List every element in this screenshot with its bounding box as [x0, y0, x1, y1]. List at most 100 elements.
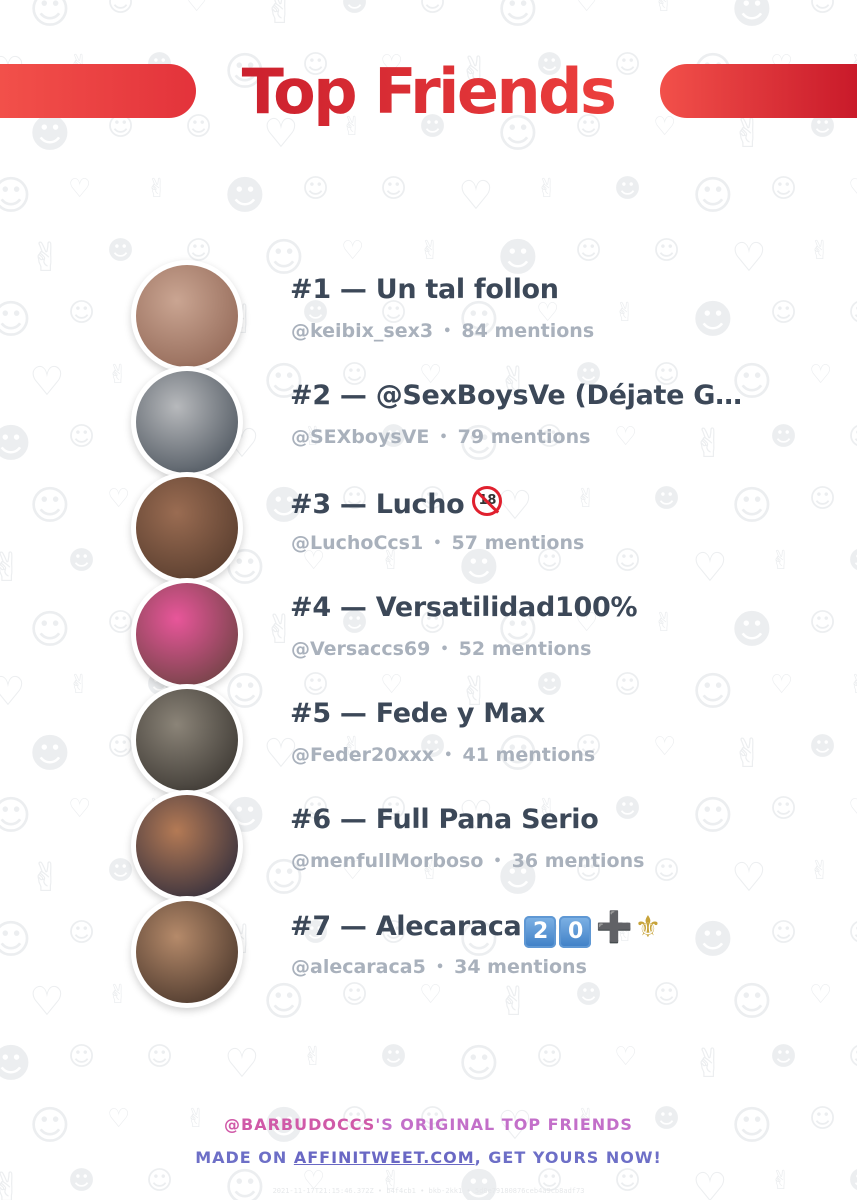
- background-pattern-icon: ☺: [497, 0, 539, 33]
- avatar-photo: [136, 583, 238, 685]
- friend-name: #4 — Versatilidad100%: [290, 592, 638, 623]
- title-banner-right: [660, 64, 857, 118]
- affinitweet-link[interactable]: AFFINITWEET.COM: [294, 1148, 475, 1167]
- background-pattern-icon: ☻: [770, 1042, 798, 1072]
- mention-count: 36 mentions: [511, 850, 645, 872]
- background-pattern-icon: ♡: [185, 0, 209, 18]
- fleur-de-lis-icon: ⚜: [634, 910, 662, 945]
- list-item[interactable]: #3 — Lucho 18 @LuchoCcs1 • 57 mentions: [0, 470, 857, 584]
- plus-icon: ➕: [595, 910, 633, 945]
- avatar-photo: [136, 901, 238, 1003]
- background-pattern-icon: ✌: [302, 1042, 324, 1072]
- background-pattern-icon: ♡: [692, 1165, 728, 1200]
- background-pattern-icon: ♡: [614, 1042, 638, 1072]
- friend-name: #6 — Full Pana Serio: [290, 804, 599, 835]
- background-pattern-icon: ☺: [107, 0, 135, 18]
- background-pattern-icon: ✌: [263, 0, 297, 33]
- background-pattern-icon: ☺: [146, 1042, 174, 1072]
- background-pattern-icon: ✌: [536, 174, 558, 204]
- background-pattern-icon: ☺: [536, 1042, 564, 1072]
- friend-name: #7 — Alecaraca 2 0 ➕⚜: [290, 910, 750, 948]
- background-pattern-icon: ☺: [224, 1165, 266, 1200]
- friend-handle[interactable]: @alecaraca5: [291, 956, 426, 978]
- avatar[interactable]: [131, 790, 243, 902]
- friend-name: #1 — Un tal follon: [290, 274, 559, 305]
- avatar[interactable]: [131, 578, 243, 690]
- mention-count: 34 mentions: [454, 956, 587, 978]
- background-pattern-icon: ☻: [0, 1041, 32, 1087]
- avatar[interactable]: [131, 472, 243, 584]
- background-pattern-icon: ☻: [224, 173, 266, 219]
- list-item[interactable]: #6 — Full Pana Serio @menfullMorboso • 36 …: [0, 788, 857, 902]
- friend-name: #3 — Lucho 18: [290, 486, 750, 520]
- avatar-photo: [136, 689, 238, 791]
- background-pattern-icon: ✌: [731, 111, 765, 157]
- background-pattern-icon: ♡: [68, 174, 92, 204]
- friend-meta: @alecaraca5 • 34 mentions: [291, 956, 587, 978]
- mention-count: 41 mentions: [462, 744, 596, 766]
- background-pattern-icon: ♡: [848, 176, 857, 202]
- friend-meta: @menfullMorboso • 36 mentions: [291, 850, 645, 872]
- friend-name: #5 — Fede y Max: [290, 698, 545, 729]
- friend-meta: @Versaccs69 • 52 mentions: [291, 638, 592, 660]
- list-item[interactable]: #7 — Alecaraca 2 0 ➕⚜ @alecaraca5 • 34 mentio…: [0, 894, 857, 1008]
- keycap-zero-icon: 0: [559, 916, 592, 948]
- background-pattern-icon: ☺: [458, 1041, 500, 1087]
- background-pattern-icon: ☺: [848, 1044, 857, 1070]
- footer-handle[interactable]: @BARBUDOCCS: [224, 1115, 375, 1134]
- avatar-photo: [136, 371, 238, 473]
- background-pattern-icon: ☻: [731, 0, 773, 33]
- background-pattern-icon: ☺: [692, 173, 734, 219]
- background-pattern-icon: ☻: [380, 1042, 408, 1072]
- background-pattern-icon: ☺: [770, 174, 798, 204]
- fine-print: 2021-11-17T21:15:46.372Z • b4f4cb1 • bkb…: [272, 1187, 585, 1195]
- friend-meta: @LuchoCcs1 • 57 mentions: [291, 532, 585, 554]
- avatar[interactable]: [131, 896, 243, 1008]
- avatar[interactable]: [131, 366, 243, 478]
- mention-count: 52 mentions: [458, 638, 592, 660]
- friend-meta: @Feder20xxx • 41 mentions: [291, 744, 596, 766]
- list-item[interactable]: #1 — Un tal follon @keibix_sex3 • 84 menti…: [0, 258, 857, 372]
- mention-count: 79 mentions: [457, 426, 591, 448]
- footer-credit: @BARBUDOCCS'S ORIGINAL TOP FRIENDS: [224, 1115, 633, 1134]
- friend-handle[interactable]: @Versaccs69: [291, 638, 430, 660]
- background-pattern-icon: ☺: [0, 173, 32, 219]
- background-pattern-icon: ♡: [458, 173, 494, 219]
- list-item[interactable]: #4 — Versatilidad100% @Versaccs69 • 52 men…: [0, 576, 857, 690]
- background-pattern-icon: ☺: [380, 174, 408, 204]
- list-item[interactable]: #2 — @SexBoysVe (Déjate G… @SEXboysVE • 79…: [0, 364, 857, 478]
- avatar[interactable]: [131, 684, 243, 796]
- mention-count: 84 mentions: [461, 320, 595, 342]
- background-pattern-icon: ☺: [68, 1042, 96, 1072]
- friend-handle[interactable]: @keibix_sex3: [291, 320, 433, 342]
- background-pattern-icon: ☻: [458, 1165, 500, 1200]
- background-pattern-icon: ☺: [809, 0, 837, 18]
- background-pattern-icon: ☺: [419, 0, 447, 18]
- friend-handle[interactable]: @SEXboysVE: [291, 426, 429, 448]
- background-pattern-icon: ✌: [692, 1041, 726, 1087]
- background-pattern-icon: ♡: [224, 1041, 260, 1087]
- background-pattern-icon: ☺: [302, 174, 330, 204]
- list-item[interactable]: #5 — Fede y Max @Feder20xxx • 41 mentions: [0, 682, 857, 796]
- avatar-photo: [136, 795, 238, 897]
- friend-meta: @keibix_sex3 • 84 mentions: [291, 320, 595, 342]
- no-under-18-icon: 18: [472, 486, 503, 516]
- background-pattern-icon: ✌: [146, 174, 168, 204]
- mention-count: 57 mentions: [451, 532, 585, 554]
- friend-name: #2 — @SexBoysVe (Déjate G…: [290, 380, 742, 411]
- friend-handle[interactable]: @Feder20xxx: [291, 744, 434, 766]
- keycap-two-icon: 2: [524, 916, 557, 948]
- background-pattern-icon: ☻: [341, 0, 369, 18]
- background-pattern-icon: ☺: [29, 0, 71, 33]
- background-pattern-icon: ☻: [614, 174, 642, 204]
- avatar-photo: [136, 477, 238, 579]
- avatar[interactable]: [131, 260, 243, 372]
- friend-handle[interactable]: @LuchoCcs1: [291, 532, 423, 554]
- avatar-photo: [136, 265, 238, 367]
- background-pattern-icon: ♡: [575, 0, 599, 18]
- friend-handle[interactable]: @menfullMorboso: [291, 850, 483, 872]
- title-banner-left: [0, 64, 196, 118]
- friend-meta: @SEXboysVE • 79 mentions: [291, 426, 591, 448]
- background-pattern-icon: ✌: [0, 1165, 24, 1200]
- background-pattern-icon: ☻: [29, 111, 71, 157]
